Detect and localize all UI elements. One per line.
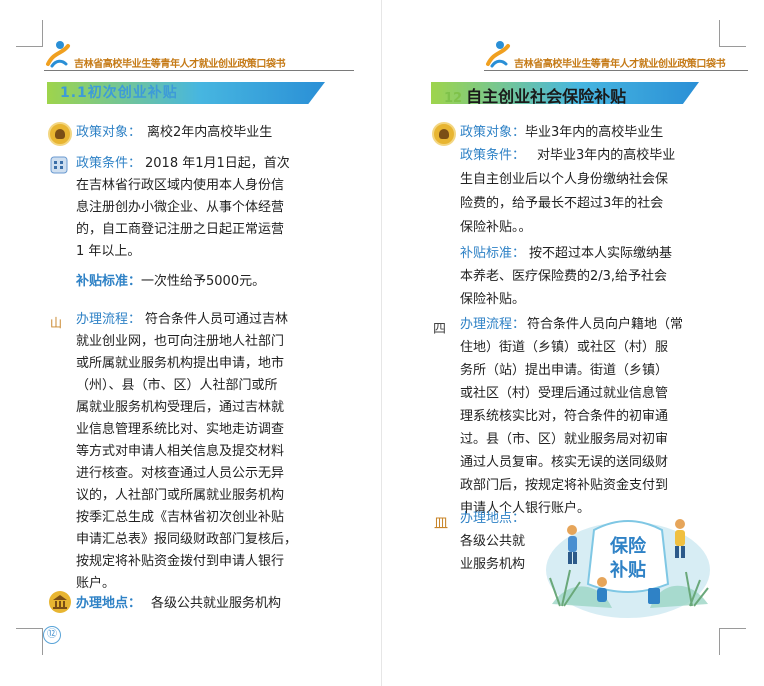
- process-marker: 山: [50, 316, 63, 330]
- process-line: 符合条件人员可通过吉林: [145, 312, 289, 327]
- condition-line: 生自主创业后以个人身份缴纳社会保: [460, 172, 669, 187]
- condition-label: 政策条件：: [460, 148, 526, 163]
- crop-mark-top-left: [16, 20, 43, 47]
- illustration-text-1: 保险: [609, 535, 647, 557]
- process-line: 进行核查。对核查通过人员公示无异: [76, 466, 285, 481]
- policy-target-row: 政策对象： 离校2年内高校毕业生: [76, 122, 272, 144]
- right-header: 吉林省高校毕业生等青年人才就业创业政策口袋书: [484, 38, 748, 71]
- subsidy-label: 补贴标准：: [76, 274, 142, 289]
- condition-line: 对毕业3年内的高校毕业: [537, 148, 676, 163]
- process-line: 等方式对申请人相关信息及提交材料: [76, 444, 285, 459]
- process-line: 住地）街道（乡镇）或社区（村）服: [460, 340, 669, 355]
- subsidy-row-1: 补贴标准： 按不超过本人实际缴纳基: [460, 243, 672, 265]
- condition-label: 政策条件：: [76, 156, 142, 171]
- building-icon: [50, 156, 68, 174]
- policy-target-label: 政策对象：: [76, 125, 142, 140]
- crop-mark-bottom-right: [719, 628, 746, 655]
- condition-line: 在吉林省行政区域内使用本人身份信: [76, 178, 285, 193]
- header-rule: [44, 70, 354, 71]
- process-row-1: 办理流程： 符合条件人员可通过吉林: [76, 309, 288, 331]
- person-icon: [432, 122, 456, 146]
- location-marker: 皿: [434, 516, 448, 532]
- process-line: 符合条件人员向户籍地（常: [527, 317, 684, 332]
- left-header: 吉林省高校毕业生等青年人才就业创业政策口袋书: [44, 38, 354, 71]
- policy-target-value: 毕业3年内的高校毕业生: [525, 125, 664, 140]
- process-line: 过。县（市、区）就业服务局对初审: [460, 432, 669, 447]
- location-label: 办理地点：: [460, 508, 525, 530]
- process-line: 按季汇总生成《吉林省初次创业补贴: [76, 510, 285, 525]
- condition-line: 的，自工商登记注册之日起正常运营: [76, 222, 285, 237]
- process-line: 业信息管理系统比对、实地走访调查: [76, 422, 285, 437]
- section-number: 12: [444, 91, 463, 106]
- process-line: 或所属就业服务机构提出申请，地市: [76, 356, 285, 371]
- section-title-left: 1.1初次创业补贴: [60, 85, 178, 101]
- subsidy-row: 补贴标准：一次性给予5000元。: [76, 271, 265, 293]
- location-row: 办理地点： 各级公共就业服务机构: [76, 593, 281, 615]
- process-line: 账户。: [76, 576, 116, 591]
- page-spine: [381, 0, 382, 686]
- condition-line: 保险补贴。。: [460, 220, 532, 235]
- condition-line: 险费的，给予最长不超过3年的社会: [460, 196, 664, 211]
- logo-icon: [486, 41, 510, 68]
- process-line: 按规定将补贴资金拨付到申请人银行: [76, 554, 285, 569]
- process-row-1: 办理流程： 符合条件人员向户籍地（常: [460, 314, 683, 336]
- policy-target-label: 政策对象：: [460, 125, 526, 140]
- condition-line: 2018 年1月1日起，首次: [145, 156, 290, 171]
- subsidy-line: 按不超过本人实际缴纳基: [529, 246, 673, 261]
- condition-row-1: 政策条件： 对毕业3年内的高校毕业: [460, 145, 675, 167]
- location-label-text: 办理地点：: [460, 511, 526, 526]
- location-line: 业服务机构: [460, 557, 526, 572]
- subsidy-line: 保险补贴。: [460, 292, 526, 307]
- process-line: 申请汇总表》报同级财政部门复核后，: [76, 532, 298, 547]
- process-line: 理系统核实比对，符合条件的初审通: [460, 409, 669, 424]
- process-line: 通过人员复审。核实无误的送同级财: [460, 455, 669, 470]
- insurance-subsidy-illustration: 保险 补贴: [546, 519, 710, 618]
- condition-row-1: 政策条件： 2018 年1月1日起，首次: [76, 153, 290, 175]
- policy-target-row: 政策对象：毕业3年内的高校毕业生: [460, 122, 663, 144]
- subsidy-line: 本养老、医疗保险费的2/3,给予社会: [460, 269, 668, 284]
- person-icon: [48, 122, 72, 146]
- location-value: 各级公共就业服务机构: [151, 596, 282, 611]
- section-title-text: 自主创业社会保险补贴: [466, 87, 627, 106]
- process-marker: 四: [433, 322, 447, 337]
- location-label: 办理地点：: [76, 596, 142, 611]
- header-title: 吉林省高校毕业生等青年人才就业创业政策口袋书: [514, 59, 726, 70]
- government-building-icon: [49, 591, 71, 613]
- subsidy-label: 补贴标准：: [460, 246, 526, 261]
- logo-icon: [46, 41, 70, 68]
- location-line: 各级公共就: [460, 534, 526, 549]
- subsidy-value: 一次性给予5000元。: [141, 274, 266, 289]
- process-line: 议的，人社部门或所属就业服务机构: [76, 488, 285, 503]
- header-title: 吉林省高校毕业生等青年人才就业创业政策口袋书: [74, 59, 286, 70]
- process-line: （州）、县（市、区）人社部门或所: [76, 378, 278, 393]
- process-line: 属就业服务机构受理后，通过吉林就: [76, 400, 285, 415]
- header-rule: [484, 70, 748, 71]
- crop-mark-bottom-left: [16, 628, 43, 655]
- process-line: 就业创业网，也可向注册地人社部门: [76, 334, 285, 349]
- process-line: 务所（站）提出申请。街道（乡镇）: [460, 363, 669, 378]
- process-line: 或社区（村）受理后通过就业信息管: [460, 386, 669, 401]
- page-number: ⑫: [43, 626, 61, 644]
- condition-line: 1 年以上。: [76, 244, 141, 259]
- section-title-right: 12 自主创业社会保险补贴: [444, 83, 626, 107]
- process-label: 办理流程：: [76, 312, 142, 327]
- process-line: 政部门后，按规定将补贴资金支付到: [460, 478, 669, 493]
- illustration-text-2: 补贴: [609, 559, 646, 581]
- policy-target-value: 离校2年内高校毕业生: [147, 125, 273, 140]
- condition-line: 息注册创办小微企业、从事个体经营: [76, 200, 285, 215]
- process-label: 办理流程：: [460, 317, 526, 332]
